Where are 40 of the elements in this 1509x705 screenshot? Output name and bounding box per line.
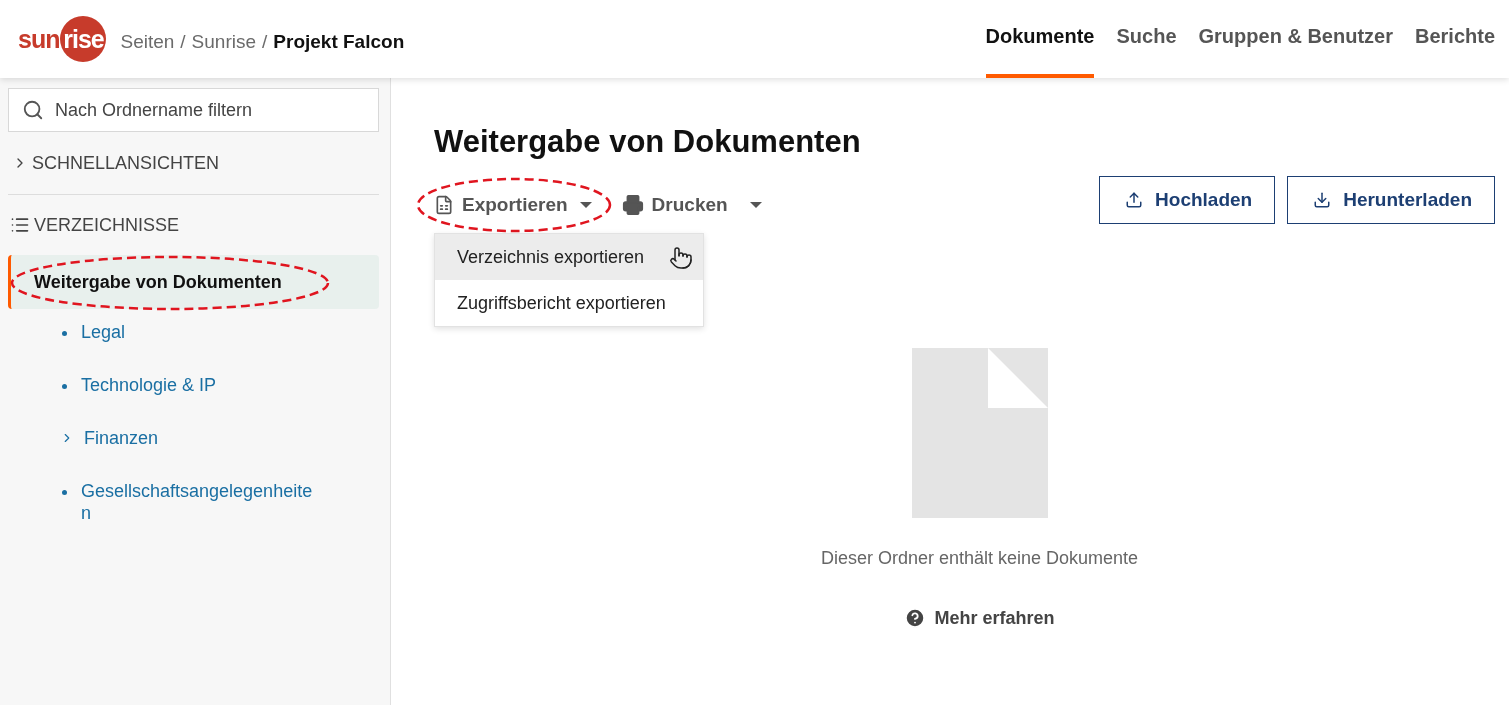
page-title: Weitergabe von Dokumenten (434, 124, 862, 160)
document-icon (911, 348, 1048, 518)
breadcrumb-item[interactable]: Sunrise (191, 31, 257, 53)
search-icon (22, 99, 44, 121)
bullet-icon (62, 384, 67, 389)
breadcrumb-separator: / (262, 31, 268, 53)
help-icon (904, 607, 927, 629)
printer-icon (621, 194, 644, 216)
action-button[interactable]: Herunterladen (1287, 176, 1495, 224)
logo: sun rise (18, 16, 107, 62)
breadcrumb-separator: / (180, 31, 186, 53)
upload-icon (1125, 191, 1144, 209)
tree-item[interactable]: Legal (81, 321, 321, 343)
tree-item[interactable]: Technologie & IP (81, 374, 321, 396)
bullet-icon (62, 331, 67, 336)
nav-tab[interactable]: Suche (1116, 0, 1177, 78)
toolbar-button[interactable]: Drucken (621, 194, 762, 216)
help-link[interactable]: Mehr erfahren (904, 607, 1055, 629)
breadcrumb-item: Projekt Falcon (273, 31, 405, 53)
bullet-icon (62, 490, 67, 495)
nav-tab[interactable]: Berichte (1414, 0, 1495, 78)
menu-item[interactable]: Verzeichnis exportieren (435, 234, 703, 280)
download-icon (1313, 191, 1332, 209)
tree-item[interactable]: Gesellschaftsangelegenheiten (81, 480, 321, 524)
menu-item[interactable]: Zugriffsbericht exportieren (435, 280, 703, 326)
spreadsheet-icon (434, 195, 454, 215)
hand-cursor-icon (669, 246, 693, 270)
caret-icon (579, 202, 592, 208)
empty-message: Dieser Ordner enthält keine Dokumente (820, 548, 1139, 569)
breadcrumb-item[interactable]: Seiten (120, 31, 175, 53)
section-toggle[interactable]: SCHNELLANSICHTEN (8, 132, 220, 194)
section-heading: VERZEICHNISSE (34, 214, 180, 236)
list-icon (10, 215, 30, 235)
tree-item[interactable]: Finanzen (84, 427, 324, 449)
search-field[interactable]: Nach Ordnername filtern (8, 88, 379, 132)
tree-item[interactable]: Weitergabe von Dokumenten (8, 255, 379, 309)
caret-icon (749, 202, 762, 208)
nav-tab[interactable]: Dokumente (985, 0, 1095, 78)
nav-tab[interactable]: Gruppen & Benutzer (1198, 0, 1393, 78)
action-button[interactable]: Hochladen (1099, 176, 1276, 224)
